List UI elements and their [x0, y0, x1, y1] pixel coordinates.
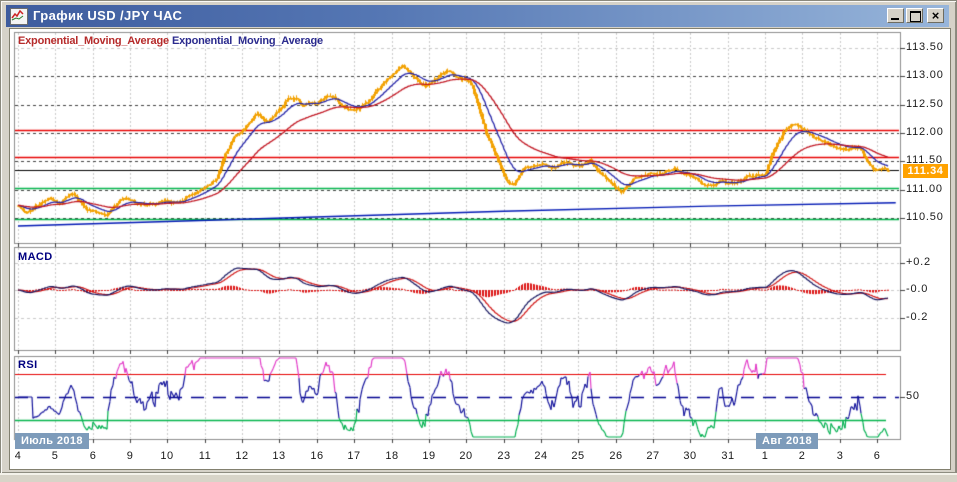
application-stage: { "window": { "title": "График USD /JPY … — [0, 0, 957, 482]
window-bottom-edge — [0, 473, 957, 482]
price-chart-canvas[interactable] — [0, 0, 957, 482]
